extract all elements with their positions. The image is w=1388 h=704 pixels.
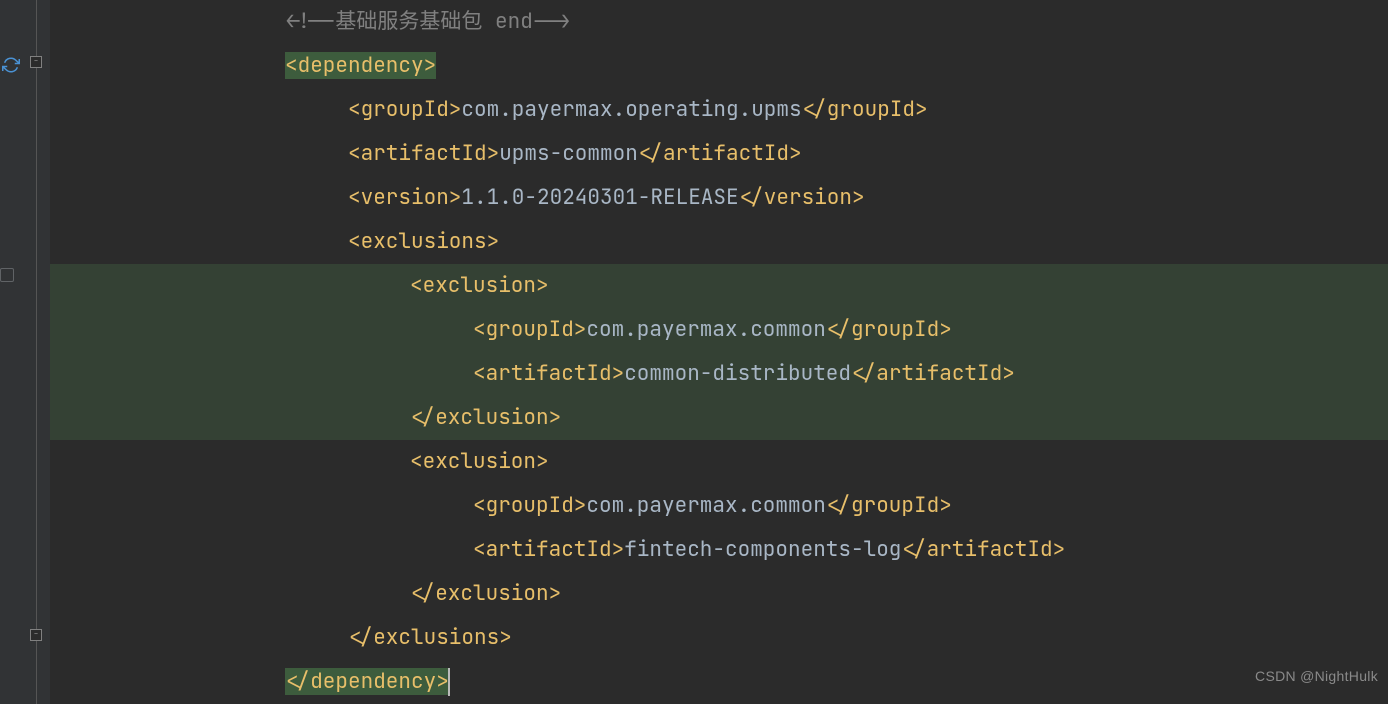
xml-text: com.payermax.common (586, 492, 825, 519)
refresh-icon[interactable] (2, 48, 20, 66)
xml-tag: </artifactId> (638, 140, 802, 167)
xml-tag: <groupId> (473, 316, 586, 343)
code-line[interactable]: <exclusion> (50, 264, 1388, 308)
fold-marker-close[interactable]: − (30, 629, 42, 641)
code-line[interactable]: </exclusion> (50, 396, 1388, 440)
xml-tag: <groupId> (348, 96, 461, 123)
code-line[interactable]: <groupId>com.payermax.common</groupId> (50, 308, 1388, 352)
xml-tag: </version> (739, 184, 865, 211)
xml-tag: <exclusions> (348, 228, 499, 255)
text-cursor (448, 668, 450, 696)
gutter: − − (0, 0, 50, 704)
xml-text: fintech-components-log (624, 536, 901, 563)
xml-text: com.payermax.operating.upms (461, 96, 801, 123)
code-line[interactable]: <exclusions> (50, 220, 1388, 264)
xml-tag: </artifactId> (901, 536, 1065, 563)
xml-tag: </exclusions> (348, 624, 512, 651)
xml-tag-dependency-open: <dependency> (285, 52, 436, 79)
xml-tag: </groupId> (826, 492, 952, 519)
code-line[interactable]: <artifactId>common-distributed</artifact… (50, 352, 1388, 396)
xml-tag: <groupId> (473, 492, 586, 519)
xml-tag-dependency-close: </dependency> (285, 668, 449, 695)
code-line[interactable]: <!--基础服务基础包 end--> (50, 0, 1388, 44)
xml-tag: <exclusion> (410, 272, 549, 299)
xml-tag: <version> (348, 184, 461, 211)
xml-tag: <exclusion> (410, 448, 549, 475)
code-line[interactable]: <artifactId>fintech-components-log</arti… (50, 528, 1388, 572)
xml-text: upms-common (499, 140, 638, 167)
code-line[interactable]: <groupId>com.payermax.common</groupId> (50, 484, 1388, 528)
code-line[interactable]: <groupId>com.payermax.operating.upms</gr… (50, 88, 1388, 132)
watermark: CSDN @NightHulk (1255, 654, 1378, 698)
code-line[interactable]: </exclusions> (50, 616, 1388, 660)
code-area[interactable]: <!--基础服务基础包 end--> <dependency> <groupId… (50, 0, 1388, 704)
bookmark-icon[interactable] (0, 268, 14, 282)
code-line[interactable]: <exclusion> (50, 440, 1388, 484)
code-line[interactable]: <version>1.1.0-20240301-RELEASE</version… (50, 176, 1388, 220)
fold-guide-line (36, 0, 37, 704)
xml-tag: </exclusion> (410, 580, 561, 607)
code-line[interactable]: <dependency> (50, 44, 1388, 88)
xml-tag: </artifactId> (851, 360, 1015, 387)
xml-tag: <artifactId> (473, 360, 624, 387)
code-line[interactable]: </exclusion> (50, 572, 1388, 616)
xml-text: com.payermax.common (586, 316, 825, 343)
fold-marker-open[interactable]: − (30, 56, 42, 68)
xml-tag: <artifactId> (473, 536, 624, 563)
xml-text: common-distributed (624, 360, 851, 387)
xml-tag: </exclusion> (410, 404, 561, 431)
xml-comment: <!--基础服务基础包 end--> (285, 8, 571, 35)
xml-tag: <artifactId> (348, 140, 499, 167)
xml-text: 1.1.0-20240301-RELEASE (461, 184, 738, 211)
code-line[interactable]: <artifactId>upms-common</artifactId> (50, 132, 1388, 176)
editor-pane: − − <!--基础服务基础包 end--> <dependency> <gro… (0, 0, 1388, 704)
code-line[interactable]: </dependency> (50, 660, 1388, 704)
xml-tag: </groupId> (826, 316, 952, 343)
xml-tag: </groupId> (802, 96, 928, 123)
